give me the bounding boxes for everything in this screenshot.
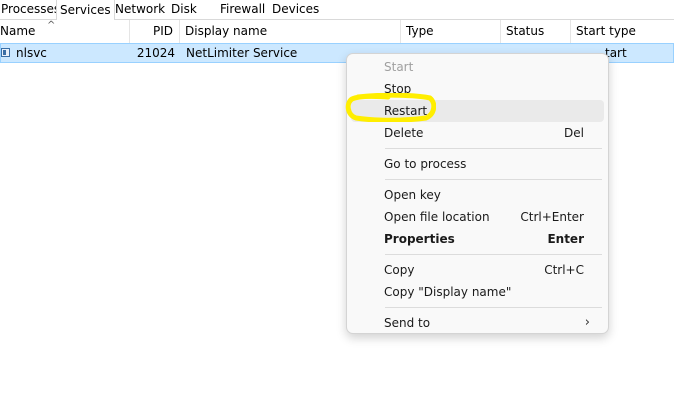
menu-item-properties-shortcut: Enter: [547, 232, 584, 246]
menu-item-delete-shortcut: Del: [564, 126, 584, 140]
menu-item-start-label: Start: [384, 60, 414, 74]
menu-item-go-to-process[interactable]: Go to process: [351, 153, 604, 175]
menu-item-properties[interactable]: Properties Enter: [351, 228, 604, 250]
service-icon: [1, 48, 10, 57]
menu-item-copy-shortcut: Ctrl+C: [544, 263, 584, 277]
menu-item-stop-label: Stop: [384, 82, 412, 96]
menu-item-open-key[interactable]: Open key: [351, 184, 604, 206]
tab-firewall[interactable]: Firewall: [217, 0, 268, 18]
column-name-label: Name: [0, 24, 36, 38]
column-display-name[interactable]: Display name: [180, 20, 401, 43]
menu-item-open-key-label: Open key: [384, 188, 441, 202]
sort-ascending-icon: ^: [47, 20, 56, 31]
menu-item-restart-label: Restart: [384, 104, 428, 118]
menu-item-stop[interactable]: Stop: [351, 78, 604, 100]
cell-display-name: NetLimiter Service: [186, 46, 298, 60]
menu-item-delete-label: Delete: [384, 126, 424, 140]
tab-disk[interactable]: Disk: [168, 0, 200, 18]
menu-separator: [385, 179, 602, 180]
tab-bar: Processes Services Network Disk Firewall…: [0, 0, 674, 21]
tab-services[interactable]: Services: [56, 0, 115, 21]
menu-item-properties-label: Properties: [384, 232, 455, 246]
tab-devices[interactable]: Devices: [269, 0, 322, 18]
column-name[interactable]: Name ^: [0, 20, 130, 43]
menu-item-copy-display-name-label: Copy "Display name": [384, 285, 512, 299]
tab-network[interactable]: Network: [112, 0, 168, 18]
menu-item-open-file-location[interactable]: Open file location Ctrl+Enter: [351, 206, 604, 228]
menu-item-copy-display-name[interactable]: Copy "Display name": [351, 281, 604, 303]
menu-item-go-to-process-label: Go to process: [384, 157, 467, 171]
column-type[interactable]: Type: [401, 20, 501, 43]
column-status[interactable]: Status: [501, 20, 571, 43]
context-menu: Start Stop Restart Delete Del Go to proc…: [346, 53, 609, 334]
menu-separator: [385, 307, 602, 308]
cell-pid: 21024: [136, 46, 175, 60]
menu-item-restart[interactable]: Restart: [351, 100, 604, 122]
menu-item-copy-label: Copy: [384, 263, 415, 277]
menu-separator: [385, 148, 602, 149]
menu-item-copy[interactable]: Copy Ctrl+C: [351, 259, 604, 281]
menu-separator: [385, 254, 602, 255]
menu-item-start[interactable]: Start: [351, 56, 604, 78]
column-header: Name ^ PID Display name Type Status Star…: [0, 20, 674, 43]
column-start-type[interactable]: Start type: [571, 20, 674, 43]
cell-name: nlsvc: [16, 46, 47, 60]
menu-item-open-file-location-shortcut: Ctrl+Enter: [520, 210, 584, 224]
menu-item-open-file-location-label: Open file location: [384, 210, 490, 224]
menu-item-send-to-label: Send to: [384, 316, 431, 330]
menu-item-send-to[interactable]: Send to ›: [351, 312, 604, 334]
chevron-right-icon: ›: [584, 315, 590, 330]
column-pid[interactable]: PID: [130, 20, 180, 43]
menu-item-delete[interactable]: Delete Del: [351, 122, 604, 144]
